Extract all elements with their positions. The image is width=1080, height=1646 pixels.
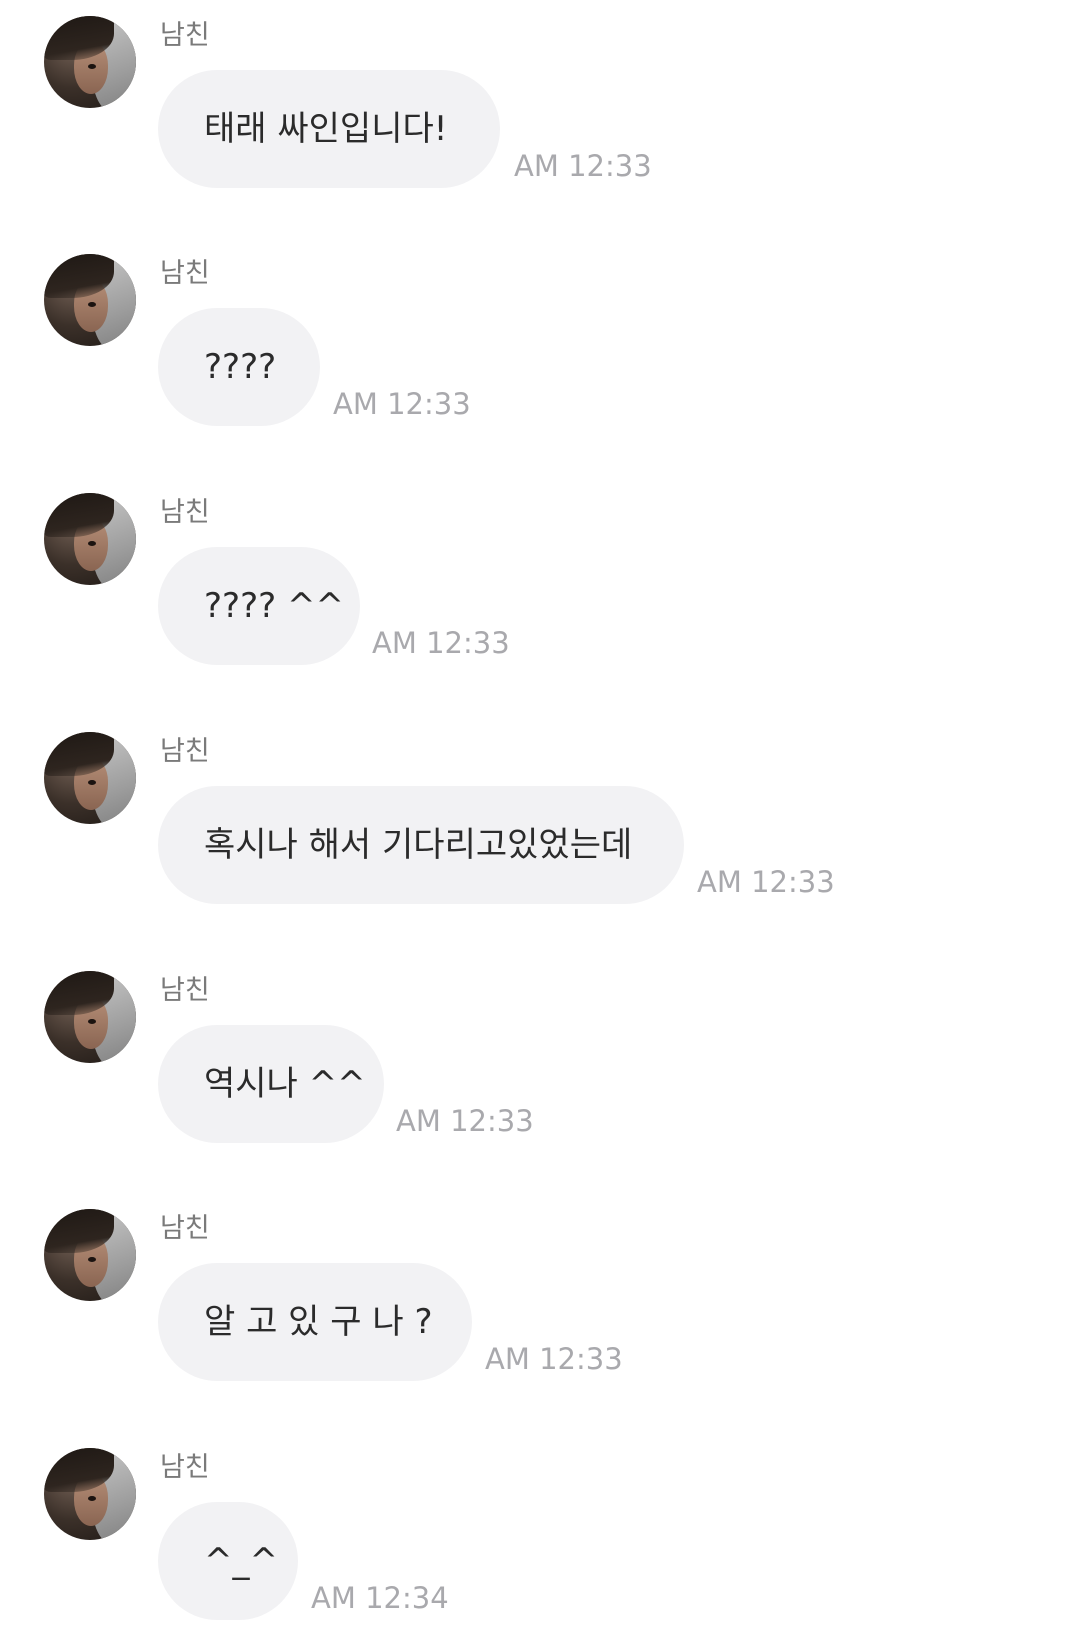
message-bubble[interactable]: 혹시나 해서 기다리고있었는데: [158, 786, 684, 904]
avatar[interactable]: [44, 493, 136, 585]
chat-message: 남친 역시나 ^^ AM 12:33: [0, 955, 1080, 1155]
sender-name: 남친: [160, 975, 210, 1006]
message-text: 알 고 있 구 나 ?: [204, 1302, 433, 1342]
message-timestamp: AM 12:33: [396, 1104, 534, 1138]
avatar[interactable]: [44, 1448, 136, 1540]
avatar[interactable]: [44, 1209, 136, 1301]
message-bubble[interactable]: 태래 싸인입니다!: [158, 70, 500, 188]
message-text: 태래 싸인입니다!: [204, 109, 448, 149]
message-bubble[interactable]: ^_^: [158, 1502, 298, 1620]
sender-name: 남친: [160, 1213, 210, 1244]
chat-message: 남친 ^_^ AM 12:34: [0, 1432, 1080, 1632]
message-text: 역시나 ^^: [204, 1064, 366, 1104]
message-timestamp: AM 12:33: [485, 1342, 623, 1376]
avatar[interactable]: [44, 732, 136, 824]
message-text: ????: [204, 347, 277, 387]
sender-name: 남친: [160, 736, 210, 767]
message-text: ???? ^^: [204, 586, 344, 626]
sender-name: 남친: [160, 1452, 210, 1483]
chat-message: 남친 ???? AM 12:33: [0, 238, 1080, 438]
message-text: ^_^: [204, 1541, 278, 1581]
message-timestamp: AM 12:33: [697, 865, 835, 899]
message-timestamp: AM 12:33: [333, 387, 471, 421]
message-timestamp: AM 12:34: [311, 1581, 449, 1615]
chat-message: 남친 알 고 있 구 나 ? AM 12:33: [0, 1193, 1080, 1393]
message-timestamp: AM 12:33: [372, 626, 510, 660]
sender-name: 남친: [160, 497, 210, 528]
message-bubble[interactable]: ????: [158, 308, 320, 426]
message-bubble[interactable]: 알 고 있 구 나 ?: [158, 1263, 472, 1381]
sender-name: 남친: [160, 258, 210, 289]
message-text: 혹시나 해서 기다리고있었는데: [204, 825, 633, 865]
chat-message: 남친 ???? ^^ AM 12:33: [0, 477, 1080, 677]
avatar[interactable]: [44, 16, 136, 108]
chat-message-list[interactable]: 남친 태래 싸인입니다! AM 12:33 남친 ???? AM 12:33 남…: [0, 0, 1080, 1646]
message-bubble[interactable]: ???? ^^: [158, 547, 360, 665]
message-bubble[interactable]: 역시나 ^^: [158, 1025, 384, 1143]
message-timestamp: AM 12:33: [514, 149, 652, 183]
chat-message: 남친 혹시나 해서 기다리고있었는데 AM 12:33: [0, 716, 1080, 916]
sender-name: 남친: [160, 20, 210, 51]
avatar[interactable]: [44, 254, 136, 346]
avatar[interactable]: [44, 971, 136, 1063]
chat-message: 남친 태래 싸인입니다! AM 12:33: [0, 0, 1080, 200]
